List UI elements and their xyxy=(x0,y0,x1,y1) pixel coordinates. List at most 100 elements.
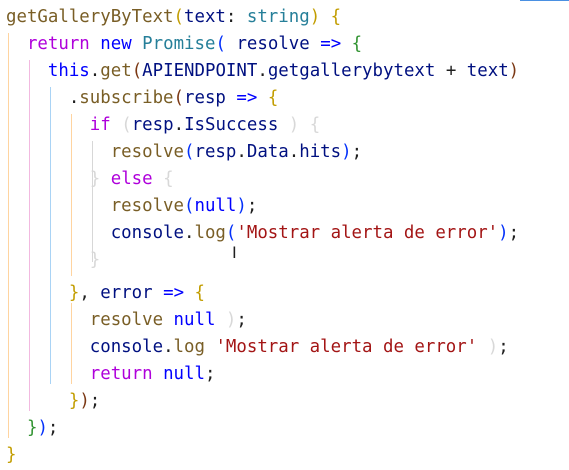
code-editor[interactable]: getGalleryByText(text: string) { return … xyxy=(0,0,569,470)
code-token: Data xyxy=(246,142,289,162)
code-token: this xyxy=(47,61,90,81)
code-token: APIENDPOINT xyxy=(142,61,258,81)
code-token: return xyxy=(26,34,90,54)
code-token: subscribe xyxy=(79,88,174,108)
code-line[interactable]: this.get(APIENDPOINT.getgallerybytext + … xyxy=(6,58,519,85)
code-line[interactable]: } xyxy=(6,442,16,469)
code-token: . xyxy=(163,337,174,357)
code-token: . xyxy=(173,115,185,135)
code-token: console xyxy=(89,337,164,357)
code-line[interactable]: console.log 'Mostrar alerta de error' ); xyxy=(6,334,509,361)
code-token: 'Mostrar alerta de error' xyxy=(236,223,499,243)
code-line[interactable]: return new Promise( resolve => { xyxy=(6,31,362,58)
code-line[interactable]: resolve(resp.Data.hits); xyxy=(6,139,362,166)
text-cursor-icon: I xyxy=(232,243,237,262)
code-token: . xyxy=(288,142,300,162)
code-token: ) xyxy=(498,223,509,243)
code-token: { xyxy=(330,7,342,27)
code-line[interactable]: return null; xyxy=(6,361,216,388)
code-token: ( xyxy=(184,196,195,216)
code-token: , xyxy=(79,283,101,303)
code-token: ) xyxy=(288,115,300,135)
code-line[interactable]: }); xyxy=(6,415,58,442)
code-token: => xyxy=(236,88,258,108)
code-token: null xyxy=(194,196,237,216)
code-token: . xyxy=(184,223,195,243)
code-token: . xyxy=(236,142,247,162)
code-token: if xyxy=(89,115,111,135)
code-token: resolve xyxy=(89,310,164,330)
code-token: } xyxy=(6,445,17,465)
code-token: ) xyxy=(236,196,247,216)
code-token: log xyxy=(194,223,226,243)
code-token: ; xyxy=(47,418,59,438)
code-token: . xyxy=(89,61,101,81)
code-token: new xyxy=(100,34,132,54)
code-line[interactable]: }); xyxy=(6,388,100,415)
scroll-indicator xyxy=(520,0,569,1)
code-line[interactable]: if (resp.IsSuccess ) { xyxy=(6,112,320,139)
code-token: null xyxy=(163,364,205,384)
code-line[interactable]: } else { xyxy=(6,166,174,193)
code-token: ) xyxy=(487,337,499,357)
code-token: ; xyxy=(236,310,247,330)
code-line[interactable]: .subscribe(resp => { xyxy=(6,85,279,112)
code-token: string xyxy=(246,7,310,27)
code-token: } xyxy=(89,169,101,189)
code-token: null xyxy=(173,310,216,330)
code-token: ( xyxy=(131,61,143,81)
code-token: ; xyxy=(351,142,363,162)
code-token: resolve xyxy=(236,34,310,54)
code-token: } xyxy=(68,283,80,303)
code-line[interactable]: getGalleryByText(text: string) { xyxy=(6,4,341,31)
code-token: 'Mostrar alerta de error' xyxy=(215,337,478,357)
code-token: ) xyxy=(508,61,520,81)
code-token: ( xyxy=(225,223,237,243)
code-token: getGalleryByText xyxy=(6,7,174,27)
code-line[interactable]: resolve null ); xyxy=(6,307,247,334)
code-token: text xyxy=(184,7,226,27)
code-token: { xyxy=(194,283,206,303)
code-token: ; xyxy=(508,223,520,243)
code-token: error xyxy=(100,283,153,303)
code-token: => xyxy=(320,34,342,54)
code-token: { xyxy=(163,169,174,189)
code-token: hits xyxy=(299,142,342,162)
code-token: ; xyxy=(246,196,258,216)
code-line[interactable]: }, error => { xyxy=(6,280,205,307)
code-token: . xyxy=(257,61,268,81)
code-line[interactable]: resolve(null); xyxy=(6,193,258,220)
code-token: { xyxy=(267,88,279,108)
code-line[interactable]: console.log('Mostrar alerta de error'); xyxy=(6,220,519,247)
code-token: ) xyxy=(341,142,352,162)
code-token: getgallerybytext xyxy=(267,61,436,81)
code-token: ( xyxy=(215,34,226,54)
code-line[interactable]: } xyxy=(6,247,100,274)
code-token: ( xyxy=(173,7,185,27)
